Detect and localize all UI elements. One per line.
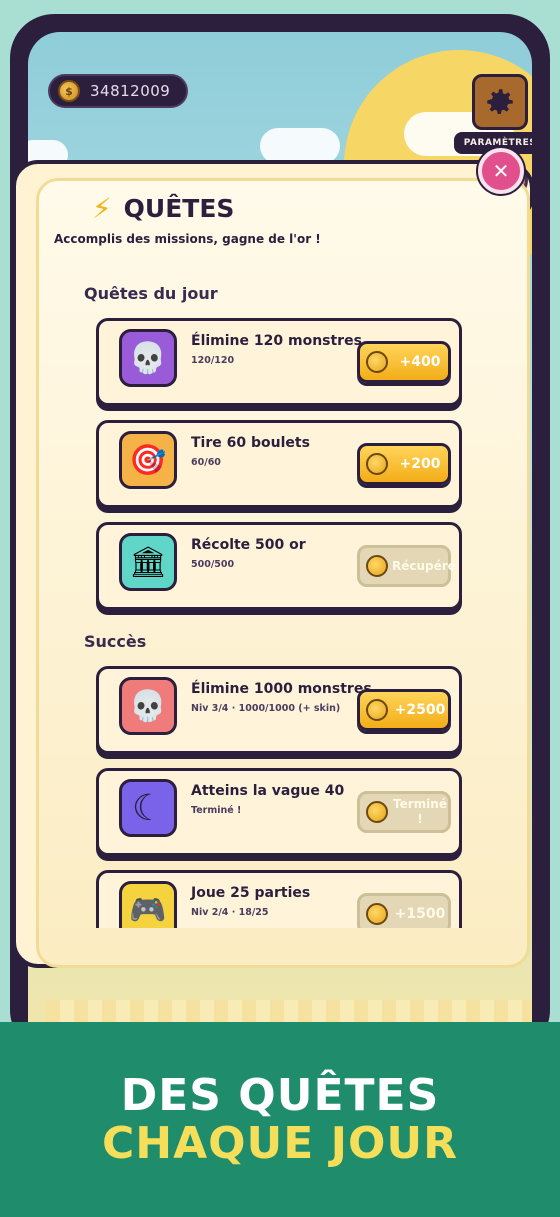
skull-icon: 💀 <box>119 329 177 387</box>
quest-progress: 120/120 <box>191 355 235 366</box>
moon-icon: ☾ <box>119 779 177 837</box>
quest-card: 🎮 Joue 25 parties Niv 2/4 · 18/25 +1500 <box>96 870 462 928</box>
close-button[interactable]: ✕ <box>478 148 524 194</box>
quest-progress: 60/60 <box>191 457 221 468</box>
quest-progress: Terminé ! <box>191 805 242 816</box>
reward-label: Terminé ! <box>393 797 447 826</box>
quest-progress: 500/500 <box>191 559 235 570</box>
target-icon: 🎯 <box>119 431 177 489</box>
claim-reward-button[interactable]: +200 <box>357 443 451 485</box>
coin-icon: $ <box>58 80 80 102</box>
quest-title: Tire 60 boulets <box>191 435 310 451</box>
close-icon: ✕ <box>492 159 510 183</box>
coin-icon <box>366 801 388 823</box>
banner-headline: DES QUÊTES <box>120 1070 440 1121</box>
gear-icon <box>487 89 513 115</box>
claim-reward-button[interactable]: Terminé ! <box>357 791 451 833</box>
skull-icon: 💀 <box>119 677 177 735</box>
settings-button[interactable] <box>472 74 528 130</box>
panel-header: ⚡ QUÊTES <box>92 192 234 225</box>
banner-subheadline: CHAQUE JOUR <box>101 1118 459 1169</box>
quest-card: ☾ Atteins la vague 40 Terminé ! Terminé ! <box>96 768 462 856</box>
coin-icon <box>366 903 388 925</box>
cloud-decoration <box>260 128 340 164</box>
coin-icon <box>366 453 388 475</box>
coin-icon <box>366 351 388 373</box>
quest-card: 🎯 Tire 60 boulets 60/60 +200 <box>96 420 462 508</box>
gamepad-icon: 🎮 <box>119 881 177 928</box>
quest-title: Élimine 1000 monstres <box>191 681 372 697</box>
quest-title: Récolte 500 or <box>191 537 306 553</box>
claim-reward-button[interactable]: +1500 <box>357 893 451 928</box>
quest-list[interactable]: 💀 Élimine 120 monstres 120/120 +400 🎯 Tire 60… <box>90 318 470 928</box>
quest-card: 💀 Élimine 120 monstres 120/120 +400 <box>96 318 462 406</box>
quest-card: 🏛 Récolte 500 or 500/500 Récupéré <box>96 522 462 610</box>
daily-quests-heading: Quêtes du jour <box>84 284 218 303</box>
claim-reward-button[interactable]: +400 <box>357 341 451 383</box>
quest-title: Joue 25 parties <box>191 885 311 901</box>
coin-amount: 34812009 <box>90 82 171 100</box>
quest-card: 💀 Élimine 1000 monstres Niv 3/4 · 1000/100… <box>96 666 462 754</box>
coin-icon <box>366 699 388 721</box>
quest-progress: Niv 2/4 · 18/25 <box>191 907 269 918</box>
coin-balance: $ 34812009 <box>48 74 188 108</box>
bank-icon: 🏛 <box>119 533 177 591</box>
quest-progress: Niv 3/4 · 1000/1000 (+ skin) <box>191 703 341 714</box>
reward-label: +2500 <box>394 701 446 718</box>
reward-label: Récupéré <box>392 558 456 573</box>
reward-label: +400 <box>399 353 441 370</box>
coin-icon <box>366 555 388 577</box>
claim-reward-button[interactable]: Récupéré <box>357 545 456 587</box>
panel-subtitle: Accomplis des missions, gagne de l'or ! <box>54 232 321 246</box>
lightning-icon: ⚡ <box>92 192 112 225</box>
quest-title: Atteins la vague 40 <box>191 783 345 799</box>
quest-title: Élimine 120 monstres <box>191 333 362 349</box>
reward-label: +200 <box>399 455 441 472</box>
claim-reward-button[interactable]: +2500 <box>357 689 451 731</box>
panel-title: QUÊTES <box>123 194 235 223</box>
reward-label: +1500 <box>394 905 446 922</box>
